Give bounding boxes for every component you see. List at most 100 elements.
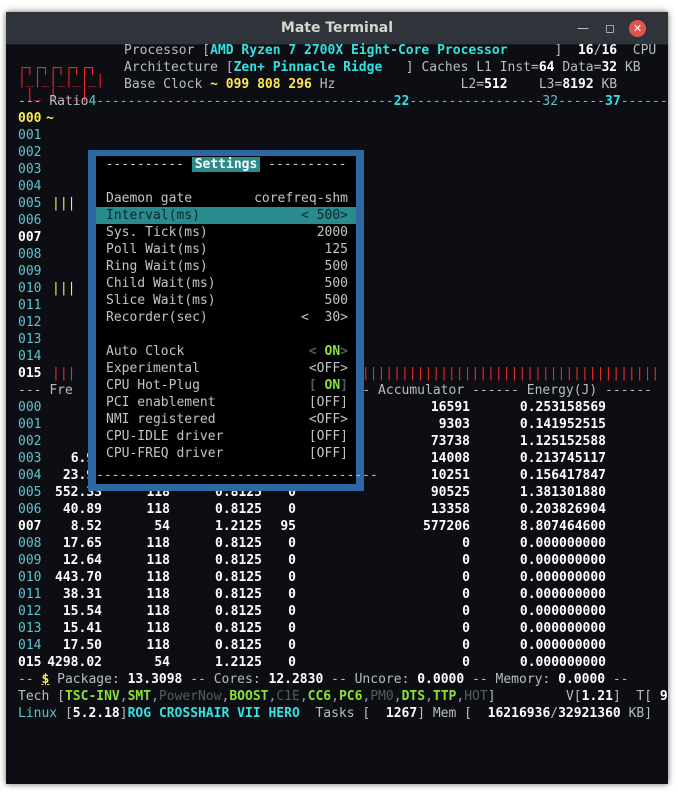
bracket: [ bbox=[308, 378, 325, 393]
settings-dialog[interactable]: ---------- Settings ---------- Daemon ga… bbox=[88, 150, 378, 491]
row-core-id: 003 bbox=[18, 451, 42, 466]
settings-item-label: CPU-IDLE driver bbox=[106, 429, 224, 444]
settings-item-value: < ON> bbox=[309, 343, 348, 360]
terminal-content[interactable]: ┌┐┌┐┌┐┌┐┌┐ |_|_|_|_|_| |_ |_ _| Processo… bbox=[18, 42, 668, 736]
row-energy: 0.213745117 bbox=[519, 451, 606, 466]
settings-item[interactable]: Poll Wait(ms) 125 bbox=[96, 241, 356, 258]
settings-item[interactable]: NMI registered <OFF> bbox=[96, 411, 356, 428]
row-frequency: 17.50 bbox=[62, 638, 102, 653]
settings-item-value: corefreq-shm bbox=[254, 191, 348, 206]
row-ratio: 118 bbox=[146, 570, 170, 585]
row-percent: 0 bbox=[288, 638, 296, 653]
settings-item-value: [OFF] bbox=[308, 429, 348, 444]
maximize-icon[interactable]: ◻ bbox=[603, 21, 617, 35]
settings-item[interactable]: CPU Hot-Plug [ ON] bbox=[96, 377, 356, 394]
row-frequency: 38.31 bbox=[62, 587, 102, 602]
row-vid: 0.8125 bbox=[215, 621, 262, 636]
row-core-id: 010 bbox=[18, 570, 42, 585]
tech-flag: SMT bbox=[127, 689, 152, 704]
settings-item[interactable]: Recorder(sec) < 30> bbox=[96, 309, 356, 326]
base-clock-line: Base Clock ~ 099 808 296 Hz L2=512 L3=81… bbox=[124, 77, 618, 92]
table-row: 008 17.65 118 0.8125 0 0 0.000000000 bbox=[18, 535, 662, 552]
settings-item[interactable]: Daemon gate corefreq-shm bbox=[96, 190, 356, 207]
row-vid: 0.8125 bbox=[215, 553, 262, 568]
settings-item[interactable]: Slice Wait(ms) 500 bbox=[96, 292, 356, 309]
tech-separator: , bbox=[331, 689, 339, 704]
row-ratio: 118 bbox=[146, 553, 170, 568]
settings-item[interactable]: Experimental <OFF> bbox=[96, 360, 356, 377]
row-core-id: 002 bbox=[18, 434, 42, 449]
settings-item[interactable]: Child Wait(ms) 500 bbox=[96, 275, 356, 292]
row-ratio: 118 bbox=[146, 638, 170, 653]
settings-item-label: Auto Clock bbox=[106, 344, 185, 359]
row-vid: 0.8125 bbox=[215, 536, 262, 551]
settings-item-value: < 500> bbox=[301, 208, 348, 223]
settings-item-label: Child Wait(ms) bbox=[106, 276, 216, 291]
settings-item-label: NMI registered bbox=[106, 412, 216, 427]
minimize-icon[interactable]: — bbox=[576, 21, 590, 35]
settings-bottom-border: ------------------------------------ bbox=[96, 468, 378, 483]
row-core-id: 012 bbox=[18, 604, 42, 619]
row-energy: 0.253158569 bbox=[519, 400, 606, 415]
row-vid: 1.2125 bbox=[215, 519, 262, 534]
row-core-id: 009 bbox=[18, 553, 42, 568]
settings-item[interactable]: Interval(ms) < 500> bbox=[96, 207, 356, 224]
settings-title: ---------- Settings ---------- bbox=[105, 157, 347, 172]
row-accumulator: 0 bbox=[462, 655, 470, 670]
settings-item-label: Experimental bbox=[106, 361, 200, 376]
table-row: 006 40.89 118 0.8125 0 13358 0.203826904 bbox=[18, 501, 662, 518]
tech-separator: , bbox=[425, 689, 433, 704]
row-ratio: 118 bbox=[146, 604, 170, 619]
settings-item[interactable]: CPU-IDLE driver [OFF] bbox=[96, 428, 356, 445]
row-energy: 0.000000000 bbox=[519, 587, 606, 602]
settings-item[interactable]: Ring Wait(ms) 500 bbox=[96, 258, 356, 275]
settings-item[interactable]: Auto Clock < ON> bbox=[96, 343, 356, 360]
ratio-core-id: 006 bbox=[18, 213, 42, 228]
settings-item[interactable]: Sys. Tick(ms) 2000 bbox=[96, 224, 356, 241]
row-energy: 0.156417847 bbox=[519, 468, 606, 483]
close-icon[interactable]: ✕ bbox=[629, 20, 646, 37]
row-energy: 0.000000000 bbox=[519, 553, 606, 568]
row-percent: 0 bbox=[288, 502, 296, 517]
row-percent: 0 bbox=[288, 604, 296, 619]
row-accumulator: 0 bbox=[462, 570, 470, 585]
row-accumulator: 9303 bbox=[438, 417, 470, 432]
value-text: ON bbox=[324, 344, 341, 359]
row-ratio: 54 bbox=[154, 655, 170, 670]
ratio-core-id: 012 bbox=[18, 315, 42, 330]
settings-item-label: Poll Wait(ms) bbox=[106, 242, 208, 257]
row-frequency: 15.54 bbox=[62, 604, 102, 619]
ratio-bar-015: ||| bbox=[52, 366, 76, 381]
settings-item-label: Daemon gate bbox=[106, 191, 193, 206]
row-core-id: 000 bbox=[18, 400, 42, 415]
row-accumulator: 14008 bbox=[430, 451, 470, 466]
row-energy: 1.381301880 bbox=[519, 485, 606, 500]
row-accumulator: 0 bbox=[462, 621, 470, 636]
row-ratio: 118 bbox=[146, 587, 170, 602]
ratio-core-id: 015 bbox=[18, 366, 42, 381]
row-core-id: 007 bbox=[18, 519, 42, 534]
tech-flag: HOT bbox=[464, 689, 488, 704]
ratio-core-id: 001 bbox=[18, 128, 42, 143]
title-bar[interactable]: Mate Terminal — ◻ ✕ bbox=[6, 12, 668, 45]
row-accumulator: 73738 bbox=[430, 434, 470, 449]
architecture-line: Architecture [Zen+ Pinnacle Ridge ] Cach… bbox=[124, 60, 641, 75]
ratio-core-id: 000 bbox=[18, 111, 42, 126]
ratio-scale: --- Ratio4------------------------------… bbox=[18, 94, 668, 109]
tech-separator: , bbox=[393, 689, 402, 704]
tech-separator: , bbox=[151, 689, 159, 704]
settings-item-label: Sys. Tick(ms) bbox=[106, 225, 208, 240]
row-energy: 0.000000000 bbox=[519, 570, 606, 585]
ratio-core-id: 013 bbox=[18, 332, 42, 347]
row-accumulator: 16591 bbox=[430, 400, 470, 415]
row-accumulator: 0 bbox=[462, 587, 470, 602]
settings-item-label: CPU Hot-Plug bbox=[106, 378, 200, 393]
power-dollar-icon: $ bbox=[41, 672, 50, 687]
row-frequency: 40.89 bbox=[62, 502, 102, 517]
row-percent: 0 bbox=[288, 655, 296, 670]
settings-panel: ---------- Settings ---------- Daemon ga… bbox=[96, 156, 378, 484]
settings-item-value: 500 bbox=[324, 293, 348, 308]
settings-item[interactable]: CPU-FREQ driver [OFF] bbox=[96, 445, 356, 462]
settings-item[interactable]: PCI enablement [OFF] bbox=[96, 394, 356, 411]
row-percent: 0 bbox=[288, 570, 296, 585]
